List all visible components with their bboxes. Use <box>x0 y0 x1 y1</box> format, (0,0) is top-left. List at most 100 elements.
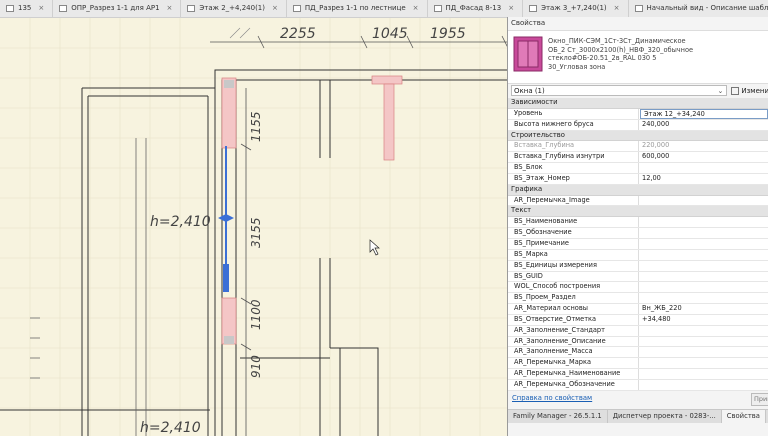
close-icon[interactable]: × <box>614 0 620 17</box>
property-value[interactable]: 12,00 <box>639 174 768 184</box>
view-tab[interactable]: ПД_Фасад 8-13 × <box>428 0 524 17</box>
property-name: WOL_Способ построения <box>508 282 639 293</box>
close-icon[interactable]: × <box>167 0 173 17</box>
property-name: BS_Этаж_Номер <box>508 173 639 184</box>
property-name: Уровень <box>508 108 639 119</box>
property-value[interactable] <box>639 228 768 238</box>
property-value[interactable] <box>639 163 768 173</box>
property-value[interactable] <box>639 358 768 368</box>
property-name: BS_Отверстие_Отметка <box>508 314 639 325</box>
property-value[interactable] <box>639 326 768 336</box>
property-value[interactable] <box>639 261 768 271</box>
property-row: Вставка_Глубина изнутри 600,000 <box>508 152 768 164</box>
property-value[interactable]: 600,000 <box>639 152 768 162</box>
view-tab[interactable]: ОПР_Разрез 1-1 для АР1 × <box>53 0 182 17</box>
property-name: Вставка_Глубина <box>508 141 639 152</box>
edit-type-button[interactable]: Измени <box>731 86 768 95</box>
panel-tab[interactable]: Family Manager - 26.5.1.1 <box>508 410 608 423</box>
type-name: Окно_ПИК-СЭМ_1Ст-3Ст_Динамическое ОБ_2 С… <box>548 37 768 71</box>
property-row: AR_Заполнение_Стандарт <box>508 325 768 337</box>
property-name: BS_Проем_Раздел <box>508 293 639 304</box>
apply-button[interactable]: Прим <box>751 393 768 406</box>
property-value[interactable] <box>639 293 768 303</box>
property-category[interactable]: Зависимости <box>508 98 768 109</box>
property-row: AR_Материал основы Вн_ЖБ_220 <box>508 304 768 315</box>
drawing-canvas[interactable]: 2255 1045 1955 1155 3155 1100 910 h=2,41… <box>0 18 508 436</box>
property-name: AR_Заполнение_Масса <box>508 347 639 358</box>
type-selector[interactable]: Окно_ПИК-СЭМ_1Ст-3Ст_Динамическое ОБ_2 С… <box>508 30 768 84</box>
property-value[interactable] <box>639 250 768 260</box>
property-value[interactable] <box>639 196 768 206</box>
property-value[interactable]: Этаж 12_+34,240 <box>640 108 768 119</box>
property-value[interactable] <box>639 337 768 347</box>
property-row: BS_Отверстие_Отметка +34,480 <box>508 314 768 326</box>
panel-bottom-tabs: Family Manager - 26.5.1.1 Диспетчер проек… <box>508 409 768 423</box>
chevron-down-icon: ⌄ <box>717 87 724 95</box>
property-value[interactable] <box>639 272 768 282</box>
property-category[interactable]: Графика <box>508 184 768 196</box>
mouse-cursor-icon <box>369 239 380 256</box>
edit-type-label: Измени <box>741 86 768 95</box>
properties-help-link[interactable]: Справка по свойствам <box>512 394 592 402</box>
property-name: AR_Перемычка_Image <box>508 195 639 206</box>
property-row: AR_Перемычка_Image <box>508 195 768 207</box>
property-value[interactable] <box>639 282 768 292</box>
property-name: BS_Единицы измерения <box>508 260 639 271</box>
property-row: Высота нижнего бруса 240,000 <box>508 119 768 131</box>
property-row: AR_Перемычка_Обозначение <box>508 379 768 391</box>
close-icon[interactable]: × <box>413 0 419 17</box>
type-name-line-1: Окно_ПИК-СЭМ_1Ст-3Ст_Динамическое <box>548 37 686 45</box>
property-value[interactable]: +34,480 <box>639 315 768 325</box>
panel-tab[interactable]: Диспетчер проекта - 0283-... <box>608 410 722 423</box>
view-icon <box>59 5 68 12</box>
view-tab-label: ОПР_Разрез 1-1 для АР1 <box>71 4 160 12</box>
view-icon <box>6 5 14 12</box>
view-tab[interactable]: Этаж 2_+4,240(1) × <box>181 0 287 17</box>
dim-top-2: 1045 <box>372 26 408 42</box>
dim-vertical-2: 3155 <box>249 217 263 248</box>
property-value[interactable] <box>639 347 768 357</box>
type-name-line-2: ОБ_2 Ст_3000x2100(h)_НВФ_320_обычное сте… <box>548 45 694 63</box>
property-value[interactable] <box>639 369 768 379</box>
properties-grid: Зависимости Уровень Этаж 12_+34,240 Высота … <box>508 98 768 391</box>
property-row: BS_Блок <box>508 163 768 174</box>
property-name: BS_Наименование <box>508 217 639 228</box>
property-name: AR_Заполнение_Описание <box>508 336 639 347</box>
view-tab-label: ПД_Фасад 8-13 <box>445 4 502 12</box>
property-row: AR_Заполнение_Описание <box>508 336 768 348</box>
property-category[interactable]: Текст <box>508 206 768 218</box>
filter-row: Окна (1) ⌄ Измени <box>508 84 768 97</box>
property-category[interactable]: Строительство <box>508 130 768 142</box>
dim-top-1: 2255 <box>280 26 316 42</box>
property-value[interactable] <box>639 217 768 227</box>
property-row: BS_GUID <box>508 271 768 283</box>
view-tab[interactable]: Этаж 3_+7,240(1) × <box>523 0 629 17</box>
view-tab-label: Этаж 3_+7,240(1) <box>541 4 607 12</box>
view-icon <box>433 5 442 12</box>
view-tab[interactable]: Начальный вид - Описание шабл...× <box>629 0 768 17</box>
property-value[interactable] <box>639 239 768 249</box>
panel-tab[interactable]: Свойства <box>721 410 766 423</box>
property-name: AR_Перемычка_Обозначение <box>508 379 639 390</box>
property-value[interactable]: 220,000 <box>639 141 768 151</box>
dim-vertical-4: 910 <box>249 355 263 378</box>
type-name-line-3: 30_Угловая зона <box>548 62 606 71</box>
property-row: Вставка_Глубина 220,000 <box>508 141 768 153</box>
property-value[interactable] <box>639 380 768 390</box>
property-value[interactable]: 240,000 <box>639 120 768 130</box>
close-icon[interactable]: × <box>508 0 514 17</box>
close-icon[interactable]: × <box>38 0 44 17</box>
property-name: Вставка_Глубина изнутри <box>508 152 639 163</box>
property-row: BS_Единицы измерения <box>508 260 768 272</box>
room-height-label: h=2,410 <box>150 214 211 230</box>
properties-title: Свойства <box>508 17 768 30</box>
edit-type-icon <box>731 86 740 95</box>
instance-filter-dropdown[interactable]: Окна (1) ⌄ <box>511 85 728 96</box>
view-tab[interactable]: ПД_Разрез 1-1 по лестнице × <box>287 0 428 17</box>
property-value[interactable]: Вн_ЖБ_220 <box>639 304 768 314</box>
close-icon[interactable]: × <box>272 0 278 17</box>
floor-plan-drawing: 2255 1045 1955 1155 3155 1100 910 <box>0 18 508 436</box>
view-tab[interactable]: 135 × <box>0 0 54 17</box>
property-name: BS_Примечание <box>508 238 639 249</box>
property-row: BS_Наименование <box>508 217 768 229</box>
